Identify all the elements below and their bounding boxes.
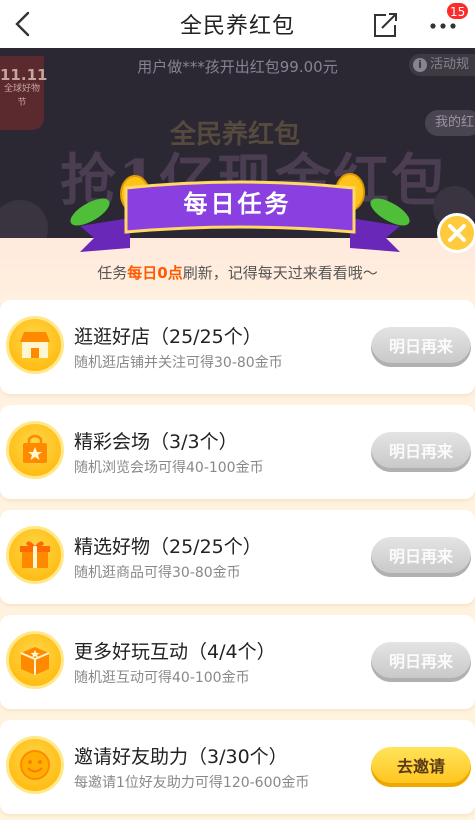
popup-title: 每日任务 (183, 190, 292, 218)
task-name: 逛逛好店（25/25个） (74, 326, 262, 348)
task-desc: 随机逛商品可得30-80金币 (74, 565, 241, 581)
task-row: 精选好物（25/25个） 随机逛商品可得30-80金币 明日再来 (0, 510, 475, 604)
task-row: 邀请好友助力（3/30个） 每邀请1位好友助力可得120-600金币 去邀请 (0, 720, 475, 814)
package-icon (6, 631, 64, 689)
task-row: 逛逛好店（25/25个） 随机逛店铺并关注可得30-80金币 明日再来 (0, 300, 475, 394)
come-back-tomorrow-button[interactable]: 明日再来 (371, 327, 471, 367)
my-redpacket-button[interactable]: 我的红 (425, 110, 475, 136)
task-name: 更多好玩互动（4/4个） (74, 641, 276, 663)
task-row: 更多好玩互动（4/4个） 随机逛互动可得40-100金币 明日再来 (0, 615, 475, 709)
invite-button[interactable]: 去邀请 (371, 747, 471, 787)
back-chevron-icon[interactable] (10, 10, 38, 38)
gift-box-icon (6, 526, 64, 584)
ticker-text: 用户做***孩开出红包99.00元 (137, 58, 338, 76)
activity-rules-label: 活动规 (429, 57, 469, 72)
come-back-tomorrow-button[interactable]: 明日再来 (371, 537, 471, 577)
refresh-note-prefix: 任务 (97, 264, 128, 282)
page-title: 全民养红包 (179, 14, 295, 39)
refresh-note: 任务每日0点刷新，记得每天过来看看哦～ (0, 262, 475, 283)
share-icon[interactable] (370, 10, 400, 40)
task-desc: 随机浏览会场可得40-100金币 (74, 460, 264, 476)
double-eleven-sub: 全球好物节 (3, 84, 40, 108)
close-icon[interactable] (437, 213, 475, 253)
task-desc: 随机逛店铺并关注可得30-80金币 (74, 355, 283, 371)
task-name: 精彩会场（3/3个） (74, 431, 238, 453)
refresh-note-highlight: 每日0点 (127, 264, 183, 282)
task-desc: 随机逛互动可得40-100金币 (74, 670, 250, 686)
shopping-bag-icon (6, 421, 64, 479)
notification-badge: 15 (446, 2, 470, 20)
nav-bar: 全民养红包 15 (0, 0, 475, 48)
come-back-tomorrow-button[interactable]: 明日再来 (371, 642, 471, 682)
task-name: 邀请好友助力（3/30个） (74, 746, 288, 768)
info-icon: i (412, 58, 427, 72)
come-back-tomorrow-button[interactable]: 明日再来 (371, 432, 471, 472)
double-eleven-tag: 11.11 全球好物节 (0, 56, 48, 130)
refresh-note-suffix: 刷新，记得每天过来看看哦～ (182, 264, 378, 282)
shop-icon (6, 316, 64, 374)
smiley-icon (6, 736, 64, 794)
task-name: 精选好物（25/25个） (74, 536, 262, 558)
activity-rules-button[interactable]: i 活动规 (408, 54, 475, 76)
task-desc: 每邀请1位好友助力可得120-600金币 (74, 775, 310, 791)
task-row: 精彩会场（3/3个） 随机浏览会场可得40-100金币 明日再来 (0, 405, 475, 499)
double-eleven-label: 11.11 (0, 66, 48, 84)
